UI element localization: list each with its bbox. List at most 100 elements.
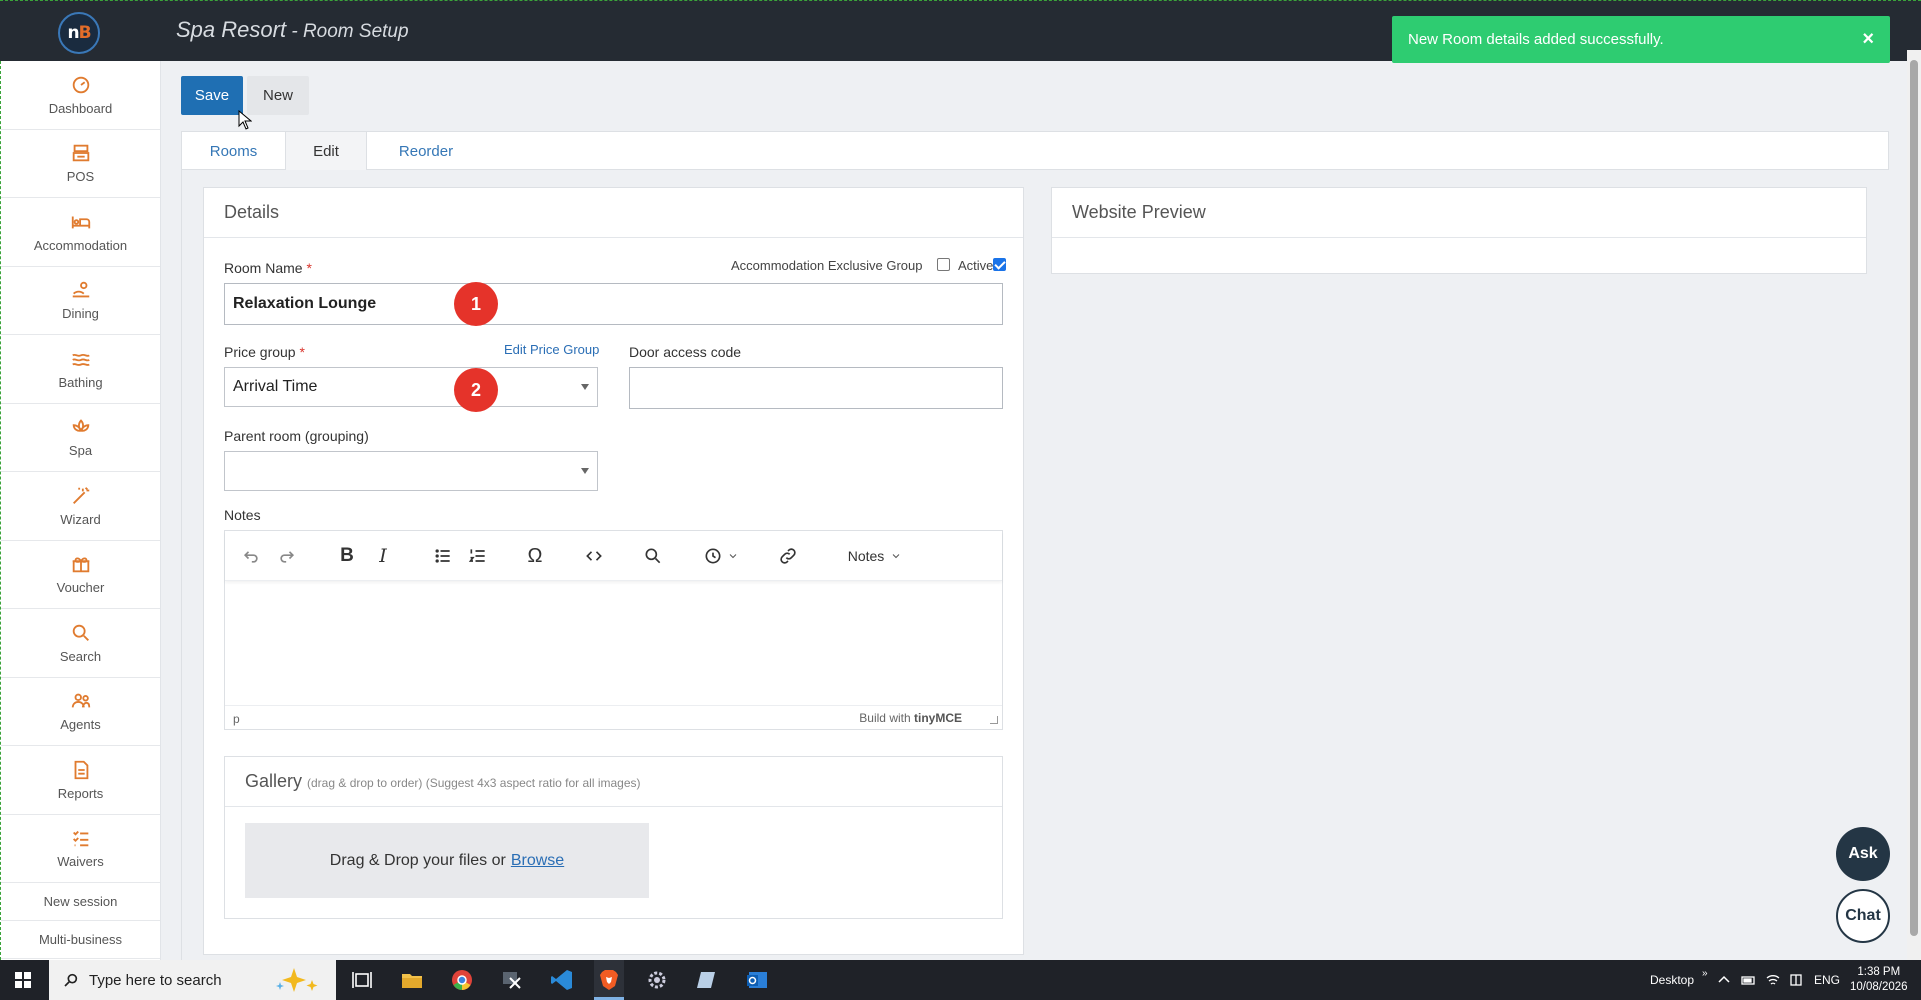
search-icon	[70, 622, 92, 644]
undo-icon[interactable]	[241, 544, 261, 568]
sidebar-item-bathing[interactable]: Bathing	[1, 335, 160, 404]
bold-icon[interactable]: B	[337, 544, 357, 568]
windows-start-icon[interactable]	[15, 972, 31, 988]
exclusive-group-label: Accommodation Exclusive Group	[731, 258, 923, 273]
file-dropzone[interactable]: Drag & Drop your files or Browse	[245, 823, 649, 898]
gift-icon	[70, 553, 92, 575]
price-group-select[interactable]: Arrival Time	[224, 367, 598, 407]
website-preview-title: Website Preview	[1052, 188, 1866, 238]
sidebar-item-voucher[interactable]: Voucher	[1, 541, 160, 609]
task-view-icon[interactable]	[350, 968, 374, 992]
sidebar-item-dining[interactable]: Dining	[1, 267, 160, 335]
editor-statusbar: p Build with tinyMCE	[225, 705, 1002, 729]
page-title: Spa Resort - Room Setup	[176, 17, 409, 42]
annotation-badge-2: 2	[454, 368, 498, 412]
app-logo[interactable]: nB	[58, 12, 100, 54]
tab-reorder[interactable]: Reorder	[367, 132, 485, 170]
battery-icon[interactable]	[1740, 972, 1756, 988]
room-name-input[interactable]	[224, 283, 1003, 325]
sidebar-link-new-session[interactable]: New session	[1, 883, 160, 921]
tab-edit[interactable]: Edit	[285, 132, 367, 170]
new-button[interactable]: New	[247, 76, 309, 115]
sidebar-item-accommodation[interactable]: Accommodation	[1, 198, 160, 267]
wand-icon	[70, 485, 92, 507]
door-access-input[interactable]	[629, 367, 1003, 409]
sidebar-item-reports[interactable]: Reports	[1, 746, 160, 815]
gallery-hint: (drag & drop to order) (Suggest 4x3 aspe…	[307, 776, 641, 790]
sidebar-item-pos[interactable]: POS	[1, 130, 160, 198]
report-icon	[70, 759, 92, 781]
format-menu[interactable]: Notes	[845, 544, 905, 568]
bullet-list-icon[interactable]	[433, 544, 453, 568]
resize-handle-icon[interactable]	[990, 716, 998, 724]
website-preview-panel: Website Preview	[1051, 187, 1867, 274]
edit-price-group-link[interactable]: Edit Price Group	[504, 342, 599, 357]
snipping-tool-icon[interactable]	[500, 968, 524, 992]
exclusive-group-checkbox[interactable]	[937, 258, 950, 271]
link-icon[interactable]	[778, 544, 798, 568]
redo-icon[interactable]	[277, 544, 297, 568]
source-code-icon[interactable]	[584, 544, 604, 568]
sidebar-item-agents[interactable]: Agents	[1, 678, 160, 746]
italic-icon[interactable]: I	[373, 544, 393, 568]
special-char-icon[interactable]: Ω	[525, 544, 545, 568]
chevron-down-icon	[581, 468, 589, 474]
lotus-icon	[70, 416, 92, 438]
browse-link[interactable]: Browse	[511, 852, 564, 870]
tinymce-branding[interactable]: Build with tinyMCE	[859, 711, 962, 725]
search-icon[interactable]	[643, 544, 663, 568]
vscode-icon[interactable]	[550, 968, 574, 992]
sidebar-item-dashboard[interactable]: Dashboard	[1, 61, 160, 130]
sidebar: Dashboard POS Accommodation Dining Bathi…	[0, 61, 161, 960]
settings-gear-icon[interactable]	[645, 968, 669, 992]
volume-icon[interactable]	[1788, 972, 1804, 988]
gallery-section: Gallery (drag & drop to order) (Suggest …	[224, 756, 1003, 919]
desktop-toolbar[interactable]: Desktop»	[1650, 960, 1708, 1000]
toast-message: New Room details added successfully.	[1408, 31, 1664, 48]
waves-icon	[70, 348, 92, 370]
sidebar-item-wizard[interactable]: Wizard	[1, 472, 160, 541]
page-scrollbar[interactable]	[1907, 50, 1921, 960]
scrollbar-thumb[interactable]	[1910, 60, 1918, 936]
active-checkbox[interactable]	[993, 258, 1006, 271]
language-indicator[interactable]: ENG	[1814, 960, 1840, 1000]
editor-content-area[interactable]	[225, 582, 1002, 706]
windows-taskbar: Type here to search Desktop» ENG 1:38 PM…	[0, 960, 1921, 1000]
taskbar-search-input[interactable]: Type here to search	[49, 960, 336, 1000]
search-icon	[64, 973, 78, 987]
business-name: Spa Resort	[176, 17, 287, 42]
door-access-label: Door access code	[629, 344, 742, 360]
chevron-down-icon	[581, 384, 589, 390]
numbered-list-icon[interactable]	[468, 544, 488, 568]
brave-taskbar-item[interactable]	[594, 960, 624, 1000]
sidebar-item-spa[interactable]: Spa	[1, 404, 160, 472]
save-button[interactable]: Save	[181, 76, 243, 115]
ask-button[interactable]: Ask	[1836, 827, 1890, 881]
sidebar-item-search[interactable]: Search	[1, 609, 160, 678]
chevron-up-icon[interactable]	[1718, 974, 1730, 986]
dashboard-icon	[70, 74, 92, 96]
price-group-label: Price group *	[224, 344, 305, 360]
sidebar-item-waivers[interactable]: Waivers	[1, 815, 160, 883]
notes-app-icon[interactable]	[695, 968, 719, 992]
tab-rooms[interactable]: Rooms	[182, 132, 285, 170]
sidebar-link-multi-business[interactable]: Multi-business	[1, 921, 160, 959]
chrome-icon[interactable]	[450, 968, 474, 992]
chat-button[interactable]: Chat	[1836, 889, 1890, 943]
room-name-label: Room Name *	[224, 260, 312, 276]
notes-editor: B I Ω Notes p Build with tinyMCE	[224, 530, 1003, 730]
agents-icon	[70, 690, 92, 712]
outlook-icon[interactable]	[745, 968, 769, 992]
dining-icon	[70, 279, 92, 301]
system-clock[interactable]: 1:38 PM 10/08/2026	[1850, 960, 1908, 1000]
tab-bar: Rooms Edit Reorder	[181, 131, 1889, 170]
close-icon[interactable]: ×	[1862, 28, 1874, 51]
chevron-right-icon: »	[1702, 967, 1708, 979]
file-explorer-icon[interactable]	[400, 968, 424, 992]
parent-room-select[interactable]	[224, 451, 598, 491]
success-toast: New Room details added successfully. ×	[1392, 16, 1890, 63]
wifi-icon[interactable]	[1765, 972, 1781, 988]
notes-label: Notes	[224, 507, 261, 523]
insert-datetime-icon[interactable]	[701, 544, 741, 568]
sparkle-icon	[276, 968, 318, 992]
